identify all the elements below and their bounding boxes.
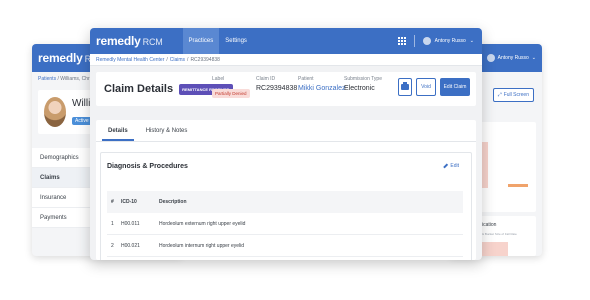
chart-card [480,122,536,212]
pencil-icon [443,163,449,169]
claim-header: Claim Details REMITTANCE RECEIVED Label … [96,72,476,106]
row-number: 1 [111,220,114,227]
breadcrumb-practice[interactable]: Remedly Mental Health Center [96,57,164,63]
chart-line [508,184,528,187]
app-stage: remedlyRCM Patients / Williams, Christo … [0,0,590,300]
col-icd10: ICD-10 [121,199,137,205]
label-field-label: Label [212,76,225,82]
void-button[interactable]: Void [416,78,436,96]
row-icd10: H00.011 [121,220,140,227]
table-row[interactable]: 2 H00.021 Hordeolum internum right upper… [107,235,463,257]
patient-label: Patient [298,76,314,82]
breadcrumb: Remedly Mental Health Center / Claims / … [90,54,482,66]
printer-icon [401,82,409,90]
table-header: # ICD-10 Description [107,191,463,213]
row-description: Hordeolum internum right upper eyelid [159,242,245,249]
patient-link[interactable]: Mikki Gonzalez [298,85,345,92]
partially-denied-badge: Partially Denied [212,89,250,98]
user-avatar[interactable] [422,37,431,45]
table-row[interactable]: 1 H00.011 Hordeolum externum right upper… [107,213,463,235]
claim-id-value: RC29394838 [256,85,298,92]
diagnosis-edit-label: Edit [450,163,459,169]
claim-id-field: Claim ID RC29394838 [256,76,297,92]
submission-type-field: Submission Type Electronic [344,76,382,92]
main-topbar: remedly RCM Practices Settings Antony Rus… [90,28,482,54]
diagnosis-table: # ICD-10 Description 1 H00.011 Hordeolum… [107,191,463,257]
diagnosis-title: Diagnosis & Procedures [107,163,188,170]
row-icd10: H00.021 [121,242,140,249]
expand-icon: ⤢ [497,92,502,98]
breadcrumb-claims[interactable]: Claims [170,57,185,63]
claim-tabs: Details History & Notes [96,120,476,142]
patient-field: Patient Mikki Gonzalez [298,76,345,92]
nav-practices[interactable]: Practices [182,28,220,54]
col-number: # [111,199,114,205]
claim-id-label: Claim ID [256,76,276,82]
diagnosis-edit-button[interactable]: Edit [443,163,459,169]
status-badge: Active [72,116,92,125]
metric-bar [480,242,508,256]
metric-card: ication & Bucket Size of Fall Rate [480,216,536,256]
divider [413,35,415,47]
main-nav: Practices Settings [182,28,253,54]
label-field: Label Partially Denied [212,76,250,100]
full-screen-label: Full Screen [503,92,529,98]
nav-settings[interactable]: Settings [219,28,253,54]
claim-panel: Details History & Notes Diagnosis & Proc… [96,120,476,260]
full-screen-button[interactable]: ⤢ Full Screen [492,88,534,102]
tab-history-notes[interactable]: History & Notes [140,120,194,141]
tab-details[interactable]: Details [102,120,134,141]
avatar [44,97,66,127]
user-name[interactable]: Antony Russo [435,38,466,44]
metric-card-title: ication [482,222,497,228]
submission-type-value: Electronic [344,85,375,92]
claim-window: remedly RCM Practices Settings Antony Rus… [90,28,482,260]
breadcrumb-patients[interactable]: Patients [38,76,56,82]
breadcrumb-claim-id: RC29394838 [190,56,220,63]
apps-grid-icon[interactable] [397,37,406,45]
col-description: Description [159,199,187,205]
edit-claim-button[interactable]: Edit Claim [440,78,470,96]
user-menu: Antony Russo ⌄ [397,28,474,54]
user-avatar[interactable] [486,54,495,62]
metric-card-subtitle: & Bucket Size of Fall Rate [482,232,517,236]
submission-type-label: Submission Type [344,76,382,82]
user-name[interactable]: Antony Russo [498,55,529,61]
row-number: 2 [111,242,114,249]
page-title: Claim Details [104,83,174,95]
row-description: Hordeolum externum right upper eyelid [159,220,246,227]
chevron-down-icon[interactable]: ⌄ [470,38,474,44]
diagnosis-card: Diagnosis & Procedures Edit # ICD-10 Des… [100,152,472,260]
brand-logo[interactable]: remedlyRCM [96,34,163,48]
print-button[interactable] [398,78,412,96]
chevron-down-icon[interactable]: ⌄ [532,55,536,61]
